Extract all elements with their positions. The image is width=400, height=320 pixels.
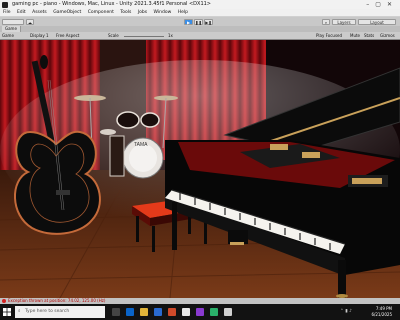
layers-dropdown[interactable]: Layers [332,18,356,25]
search-icon[interactable]: ⌕ [322,18,330,25]
game-mode-dropdown[interactable]: Game [2,32,14,40]
app-icon-gray[interactable] [224,308,232,316]
file-explorer-icon[interactable] [140,308,148,316]
scale-label: Scale [108,33,119,38]
gizmos-toggle[interactable]: Gizmos [380,32,395,40]
play-button[interactable]: ▶ [184,18,193,25]
menu-bar: File Edit Assets GameObject Component To… [0,9,400,17]
menu-window[interactable]: Window [154,10,172,15]
layout-dropdown[interactable]: Layout [358,18,396,25]
search-icon: ⌕ [18,309,21,314]
step-button[interactable]: ▶❚ [204,18,213,25]
aspect-dropdown[interactable]: Free Aspect [56,32,79,40]
piano-scene-render: TAMA [0,40,400,298]
menu-gameobject[interactable]: GameObject [53,10,81,15]
windows-taskbar: ⌕ Type here to search ⌃ ▮ ♪ 7:49 PM 6/21… [0,304,400,320]
display-dropdown[interactable]: Display 1 [30,32,49,40]
window-titlebar: gaming pc - piano - Windows, Mac, Linux … [0,0,400,9]
unity-app-icon [2,1,8,8]
cloud-icon[interactable]: ☁ [26,18,34,25]
console-error-message[interactable]: Exception thrown at position: 74.02, 125… [8,298,105,303]
mute-toggle[interactable]: Mute [350,32,360,40]
tab-game-label: Game [5,26,17,31]
scale-slider[interactable] [124,35,164,37]
game-viewport[interactable]: TAMA [0,40,400,298]
scale-value: 1x [168,33,173,38]
menu-jobs[interactable]: Jobs [138,10,147,15]
store-icon[interactable] [154,308,162,316]
game-view-toolbar: Game Display 1 Free Aspect Scale 1x Play… [0,32,400,40]
menu-tools[interactable]: Tools [120,10,131,15]
app-icon-purple[interactable] [196,308,204,316]
task-view-icon[interactable] [112,308,120,316]
play-focused-dropdown[interactable]: Play Focused [316,32,342,40]
menu-help[interactable]: Help [178,10,188,15]
account-dropdown[interactable] [2,18,24,25]
taskbar-clock[interactable]: 7:49 PM 6/21/2025 [371,306,392,318]
window-title: gaming pc - piano - Windows, Mac, Linux … [12,1,211,7]
menu-assets[interactable]: Assets [32,10,47,15]
menu-component[interactable]: Component [88,10,114,15]
unity-taskbar-icon[interactable] [182,308,190,316]
main-toolbar: ☁ ▶ ❚❚ ▶❚ ⌕ Layers Layout [0,17,400,26]
edge-browser-icon[interactable] [126,308,134,316]
menu-file[interactable]: File [3,10,11,15]
stats-toggle[interactable]: Stats [364,32,374,40]
system-tray-icons[interactable]: ⌃ ▮ ♪ [340,309,352,314]
app-icon-green[interactable] [210,308,218,316]
window-controls[interactable]: –▢✕ [366,0,398,9]
taskbar-search-box[interactable]: ⌕ Type here to search [15,306,105,318]
clock-date: 6/21/2025 [371,312,392,317]
windows-start-icon[interactable] [3,308,11,316]
menu-edit[interactable]: Edit [17,10,26,15]
app-icon-red[interactable] [168,308,176,316]
error-icon [2,299,6,303]
pause-button[interactable]: ❚❚ [194,18,203,25]
svg-text:TAMA: TAMA [134,142,148,148]
taskbar-search-placeholder: Type here to search [25,309,70,314]
